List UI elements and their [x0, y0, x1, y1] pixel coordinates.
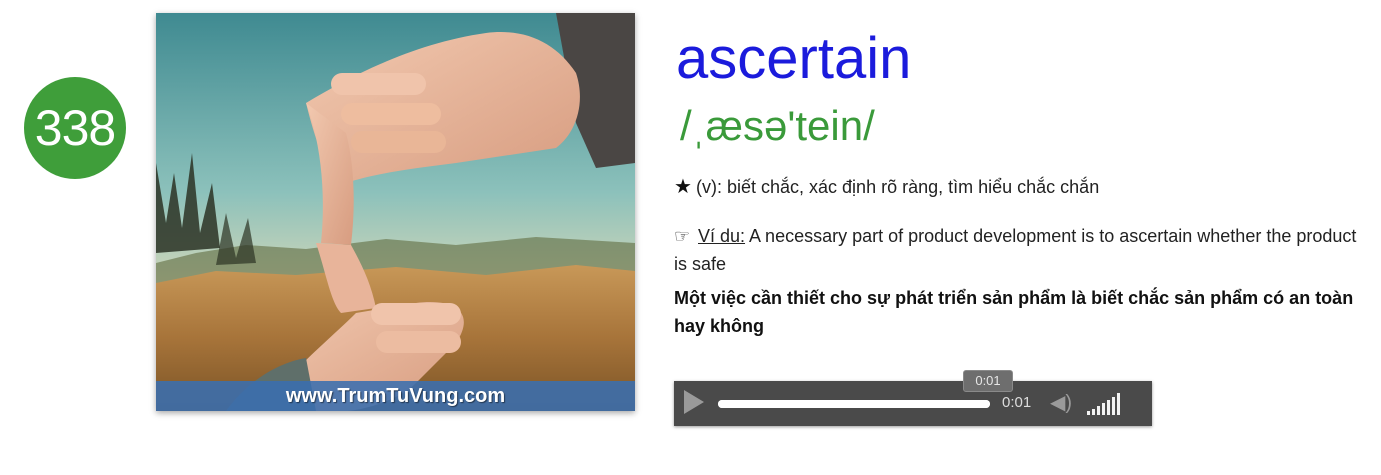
hands-frame-photo	[156, 13, 635, 411]
vocabulary-word: ascertain	[676, 26, 912, 91]
star-icon: ★	[674, 176, 692, 198]
seek-bar-progress	[718, 400, 990, 408]
current-time: 0:01	[1002, 394, 1032, 411]
pointing-hand-icon: ☞	[674, 226, 691, 246]
word-number-badge: 338	[24, 77, 126, 179]
example-english: A necessary part of product development …	[674, 226, 1357, 274]
definition-line: ★ (v): biết chắc, xác định rõ ràng, tìm h…	[674, 174, 1099, 200]
speaker-icon[interactable]: ◀)	[1050, 392, 1072, 414]
example-label: Ví du:	[698, 226, 746, 246]
watermark-caption: www.TrumTuVung.com	[156, 381, 635, 411]
definition-text: (v): biết chắc, xác định rõ ràng, tìm hi…	[696, 177, 1100, 197]
audio-player: 0:01 0:01 ◀)	[674, 370, 1152, 426]
word-illustration-image: www.TrumTuVung.com	[156, 13, 635, 411]
example-block: ☞ Ví du: A necessary part of product deve…	[674, 222, 1364, 340]
pronunciation-ipa: /ˌæsə'tein/	[680, 102, 875, 149]
seek-bar[interactable]	[718, 400, 990, 408]
example-vietnamese: Một việc cần thiết cho sự phát triển sản…	[674, 288, 1354, 336]
time-tooltip: 0:01	[963, 370, 1013, 392]
play-button[interactable]	[684, 390, 704, 414]
